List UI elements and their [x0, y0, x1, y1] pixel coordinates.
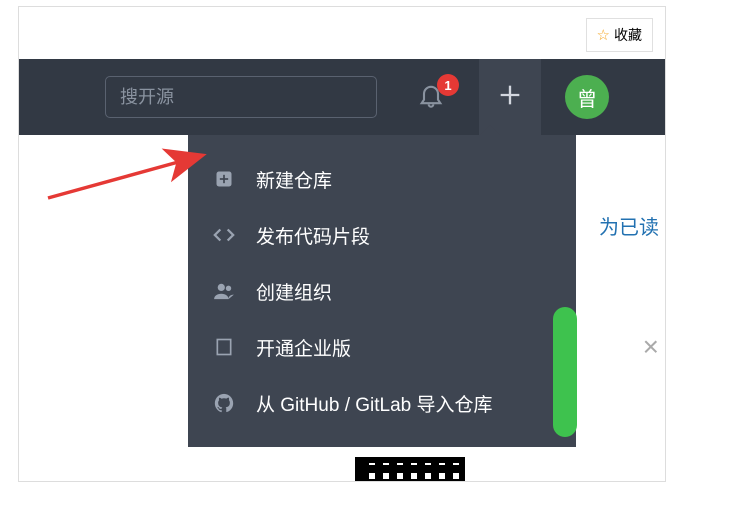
star-icon: ☆	[597, 26, 610, 44]
avatar[interactable]: 曾	[565, 75, 609, 119]
bell-icon	[417, 97, 445, 114]
menu-item-create-org[interactable]: 创建组织	[188, 263, 576, 319]
new-repo-icon	[212, 169, 236, 189]
bookmark-label: 收藏	[614, 25, 642, 45]
plus-icon	[496, 81, 524, 114]
add-dropdown-menu: 新建仓库 发布代码片段 创建组织 开通企业版 从 GitHub / GitLab…	[188, 135, 576, 447]
users-icon	[212, 282, 236, 300]
close-icon[interactable]: ×	[643, 331, 659, 363]
notification-badge: 1	[437, 74, 459, 96]
menu-item-snippet[interactable]: 发布代码片段	[188, 207, 576, 263]
menu-item-label: 发布代码片段	[256, 222, 370, 249]
building-icon	[212, 337, 236, 357]
menu-item-label: 新建仓库	[256, 166, 332, 193]
menu-item-label: 开通企业版	[256, 334, 351, 361]
github-icon	[212, 392, 236, 414]
bookmark-button[interactable]: ☆ 收藏	[586, 18, 653, 52]
qr-code	[355, 457, 465, 482]
menu-item-enterprise[interactable]: 开通企业版	[188, 319, 576, 375]
menu-item-new-repo[interactable]: 新建仓库	[188, 151, 576, 207]
menu-item-label: 创建组织	[256, 278, 332, 305]
menu-item-import[interactable]: 从 GitHub / GitLab 导入仓库	[188, 375, 576, 431]
add-button[interactable]	[479, 59, 541, 135]
header-bar: 1 曾	[19, 59, 665, 135]
promo-shape	[553, 307, 577, 437]
mark-read-link[interactable]: 为已读	[599, 211, 659, 240]
menu-item-label: 从 GitHub / GitLab 导入仓库	[256, 390, 493, 417]
code-icon	[212, 224, 236, 246]
notifications-button[interactable]: 1	[417, 80, 451, 114]
app-frame: 1 曾 新建仓库 发布代码片段	[18, 6, 666, 482]
search-input[interactable]	[105, 76, 377, 118]
avatar-letter: 曾	[577, 83, 597, 112]
